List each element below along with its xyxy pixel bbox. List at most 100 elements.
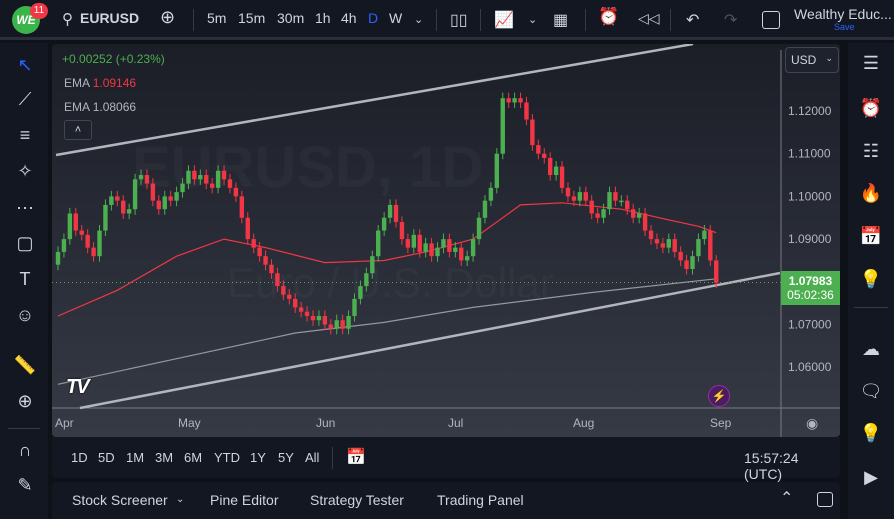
save-button[interactable]: Save bbox=[834, 22, 855, 32]
alerts-icon[interactable]: ⏰ bbox=[856, 98, 886, 119]
interval-4h[interactable]: 4h bbox=[341, 10, 357, 26]
search-icon[interactable]: ⚲ bbox=[62, 10, 73, 28]
interval-d[interactable]: D bbox=[368, 10, 378, 26]
redo-icon[interactable]: ↷ bbox=[724, 10, 737, 30]
lock-drawings-icon[interactable]: ✎ bbox=[10, 475, 40, 496]
symbol-search[interactable]: EURUSD bbox=[80, 10, 139, 26]
fib-icon[interactable]: ≡ bbox=[10, 125, 40, 146]
candle-body bbox=[376, 230, 381, 257]
streams-icon[interactable]: 💡 bbox=[856, 423, 886, 444]
range-1m[interactable]: 1M bbox=[126, 450, 144, 465]
ruler-icon[interactable]: 📏 bbox=[10, 355, 40, 376]
undo-icon[interactable]: ↶ bbox=[686, 10, 699, 30]
magnet-icon[interactable]: ∩ bbox=[10, 440, 40, 461]
candle-body bbox=[293, 298, 298, 308]
candle-body bbox=[334, 320, 339, 329]
tab-strategy-tester[interactable]: Strategy Tester bbox=[310, 492, 404, 508]
range-1y[interactable]: 1Y bbox=[250, 450, 266, 465]
candle-body bbox=[547, 157, 553, 176]
chevron-down-icon[interactable]: ⌄ bbox=[176, 494, 184, 505]
text-icon[interactable]: T bbox=[10, 269, 40, 290]
range-5d[interactable]: 5D bbox=[98, 450, 115, 465]
tab-stock-screener[interactable]: Stock Screener bbox=[72, 492, 168, 508]
trendline-icon[interactable]: ⟋ bbox=[10, 89, 40, 110]
zoom-in-icon[interactable]: ⊕ bbox=[10, 391, 40, 412]
candle-body bbox=[79, 230, 84, 235]
tab-trading-panel[interactable]: Trading Panel bbox=[437, 492, 524, 508]
candle-body bbox=[126, 209, 132, 214]
tradingview-logo[interactable]: TV bbox=[66, 376, 90, 399]
range-1d[interactable]: 1D bbox=[71, 450, 88, 465]
candle-body bbox=[571, 196, 577, 201]
candle-body bbox=[156, 200, 162, 210]
interval-1h[interactable]: 1h bbox=[315, 10, 331, 26]
broadcast-play-icon[interactable]: ▶ bbox=[856, 467, 886, 488]
object-tree-icon[interactable]: ☷ bbox=[856, 141, 886, 162]
interval-5m[interactable]: 5m bbox=[207, 10, 226, 26]
ema-slow-value: 1.08066 bbox=[92, 100, 137, 114]
goto-date-icon[interactable]: 📅 bbox=[346, 447, 366, 467]
interval-15m[interactable]: 15m bbox=[238, 10, 265, 26]
candle-body bbox=[470, 239, 476, 257]
pattern-icon[interactable]: ✧ bbox=[10, 161, 40, 182]
calendar-icon[interactable]: 📅 bbox=[856, 226, 886, 247]
interval-w[interactable]: W bbox=[389, 10, 402, 26]
drawing-toolbar: ↖ ⟋ ≡ ✧ ⋯ ▢ T ☺ 📏 ⊕ ∩ ✎ bbox=[0, 43, 48, 519]
range-3m[interactable]: 3M bbox=[155, 450, 173, 465]
expand-panel-icon[interactable]: ⌃ bbox=[780, 488, 793, 508]
layout-grid-icon[interactable]: ▦ bbox=[553, 10, 568, 30]
candle-body bbox=[304, 311, 310, 316]
ema-fast-legend[interactable]: EMA 1.09146 bbox=[64, 76, 136, 90]
range-6m[interactable]: 6M bbox=[184, 450, 202, 465]
alarm-icon[interactable]: ⏰ bbox=[598, 7, 619, 27]
bottom-panel: Stock Screener ⌄ Pine Editor Strategy Te… bbox=[52, 482, 840, 519]
clock-timezone[interactable]: 15:57:24 (UTC) bbox=[744, 450, 840, 482]
candle-body bbox=[405, 239, 411, 248]
messages-icon[interactable]: 🗨 bbox=[856, 381, 886, 402]
indicators-icon[interactable]: 📈 bbox=[494, 10, 514, 30]
ideas-icon[interactable]: 💡 bbox=[856, 269, 886, 290]
range-all[interactable]: All bbox=[305, 450, 319, 465]
time-tick: May bbox=[178, 416, 201, 430]
ema-fast-line bbox=[57, 202, 717, 317]
settings-icon[interactable]: ◉ bbox=[806, 415, 818, 432]
maximize-panel-icon[interactable] bbox=[817, 492, 833, 507]
candle-body bbox=[518, 98, 523, 103]
ema-slow-legend[interactable]: EMA 1.08066 bbox=[64, 100, 136, 114]
candle-body bbox=[144, 175, 150, 184]
forecast-icon[interactable]: ⋯ bbox=[10, 198, 40, 219]
candle-body bbox=[631, 209, 636, 218]
candle-body bbox=[204, 175, 209, 184]
candle-body bbox=[358, 286, 363, 299]
cursor-icon[interactable]: ↖ bbox=[10, 55, 40, 76]
candle-body bbox=[263, 256, 268, 265]
ema-fast-label: EMA bbox=[64, 76, 90, 90]
account-name[interactable]: Wealthy Educ... bbox=[794, 6, 892, 22]
lower-trendline bbox=[79, 271, 781, 410]
range-ytd[interactable]: YTD bbox=[214, 450, 240, 465]
compare-plus-icon[interactable]: ⊕ bbox=[160, 7, 175, 28]
chevron-down-icon[interactable]: ⌄ bbox=[414, 13, 423, 26]
lightning-event-icon[interactable]: ⚡ bbox=[708, 385, 730, 407]
range-5y[interactable]: 5Y bbox=[278, 450, 294, 465]
collapse-legend-button[interactable]: ˄ bbox=[64, 120, 92, 140]
candles-icon[interactable]: ▯▯ bbox=[450, 10, 468, 30]
chart-canvas[interactable]: 1.12000 1.11000 1.10000 1.09000 1.07000 1.060… bbox=[52, 44, 840, 437]
tab-pine-editor[interactable]: Pine Editor bbox=[210, 492, 278, 508]
emoji-icon[interactable]: ☺ bbox=[10, 305, 40, 326]
candle-body bbox=[441, 239, 446, 248]
replay-icon[interactable]: ◁◁ bbox=[638, 10, 660, 27]
hotlists-icon[interactable]: 🔥 bbox=[856, 183, 886, 204]
currency-select[interactable]: USD ⌄ bbox=[785, 47, 839, 73]
shape-icon[interactable]: ▢ bbox=[10, 233, 40, 254]
chats-icon[interactable]: ☁ bbox=[856, 339, 886, 360]
ema-fast-value: 1.09146 bbox=[92, 76, 137, 90]
price-chart[interactable]: EURUSD, 1D Euro / U.S. Dollar 1.120001.1… bbox=[52, 44, 840, 437]
interval-30m[interactable]: 30m bbox=[277, 10, 304, 26]
watchlist-icon[interactable]: ☰ bbox=[856, 53, 886, 74]
candle-body bbox=[381, 217, 387, 231]
notification-badge: 11 bbox=[30, 3, 48, 19]
candle-body bbox=[180, 183, 185, 193]
chevron-down-icon[interactable]: ⌄ bbox=[528, 13, 537, 26]
fullscreen-icon[interactable] bbox=[762, 11, 780, 29]
